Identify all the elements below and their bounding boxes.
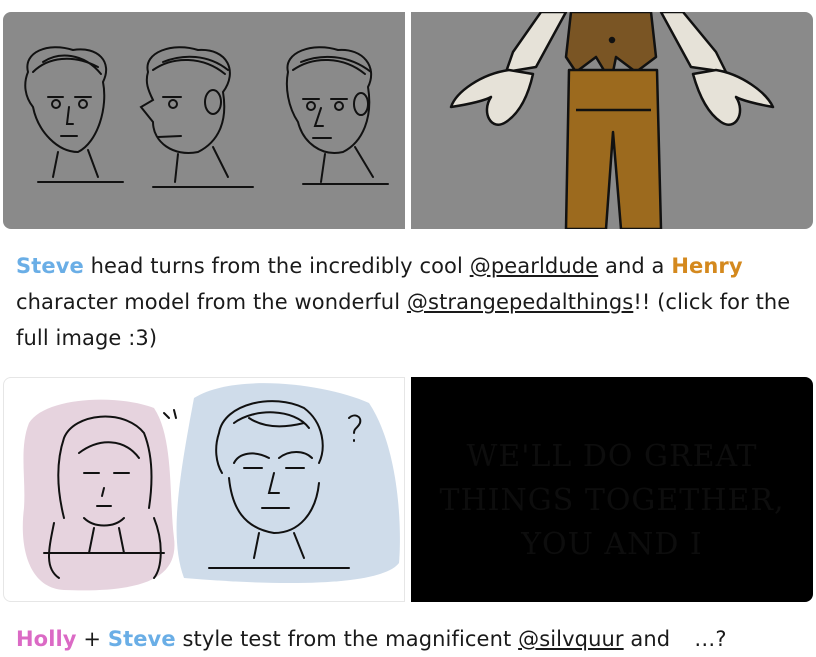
mention-link-strangepedalthings[interactable]: @strangepedalthings (407, 290, 633, 314)
style-test-image[interactable] (3, 377, 405, 602)
caption-text: style test from the magnificent (175, 627, 519, 651)
post-caption-1: Steve head turns from the incredibly coo… (16, 248, 806, 356)
caption-text: head turns from the incredibly cool (83, 254, 470, 278)
henry-character-model-image[interactable] (411, 12, 813, 229)
quote-line: WE'LL DO GREAT (466, 439, 758, 474)
mention-link-pearldude[interactable]: @pearldude (470, 254, 598, 278)
caption-text: and a (598, 254, 672, 278)
character-name-steve: Steve (107, 627, 176, 651)
caption-text: …? (694, 627, 727, 651)
caption-text: + (76, 627, 108, 651)
character-name-steve: Steve (16, 254, 84, 278)
head-turns-sketch (24, 46, 389, 188)
quote-text: WE'LL DO GREAT THINGS TOGETHER, YOU AND … (411, 435, 813, 567)
head-turns-image[interactable] (3, 12, 405, 229)
style-test-sketch (22, 383, 400, 591)
mention-link-silvquur[interactable]: @silvquur (518, 627, 624, 651)
character-name-henry: Henry (671, 254, 743, 278)
caption-text: character model from the wonderful (16, 290, 407, 314)
quote-card-image[interactable]: WE'LL DO GREAT THINGS TOGETHER, YOU AND … (411, 377, 813, 602)
quote-line: YOU AND I (521, 527, 703, 562)
henry-model-drawing (449, 12, 775, 229)
quote-line: THINGS TOGETHER, (439, 483, 785, 518)
post-caption-2: Holly + Steve style test from the magnif… (16, 621, 806, 657)
caption-text: and (623, 627, 671, 651)
character-name-holly: Holly (16, 627, 77, 651)
